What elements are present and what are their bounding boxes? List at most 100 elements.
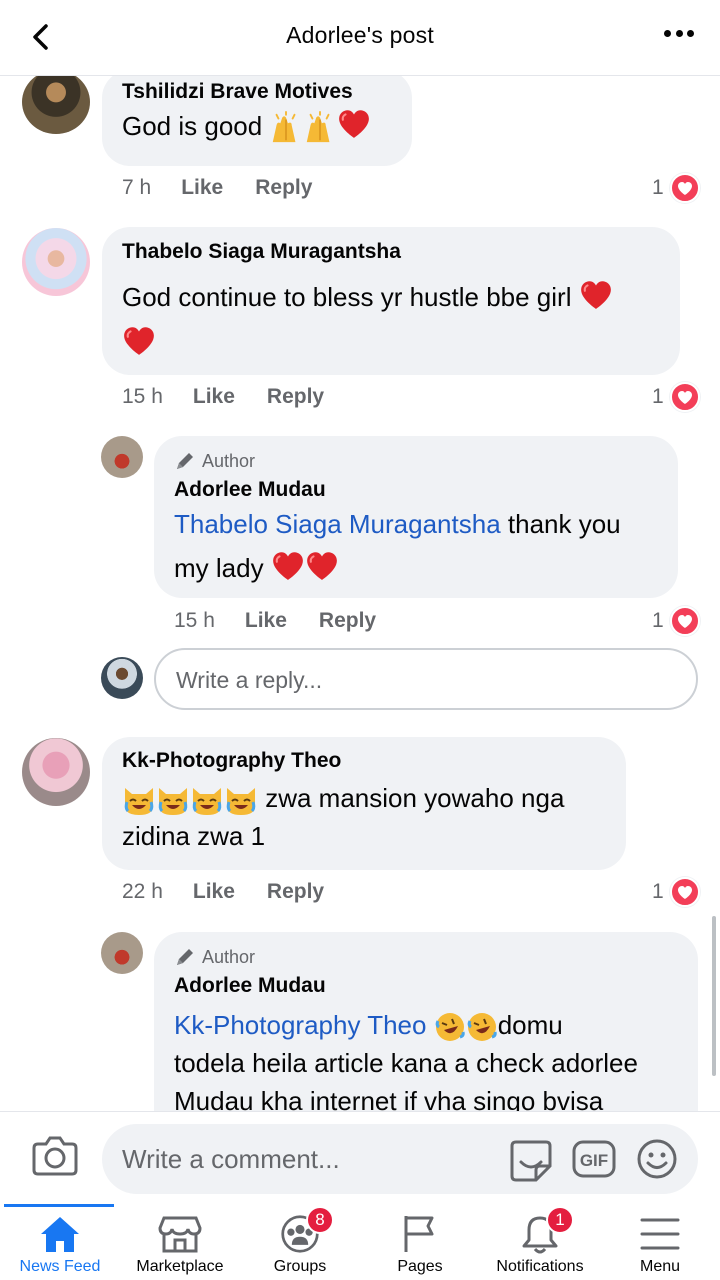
reaction-number: 1 bbox=[652, 385, 664, 408]
pencil-icon bbox=[177, 949, 193, 965]
reply-button[interactable]: Reply bbox=[267, 385, 324, 409]
marketplace-icon bbox=[158, 1216, 202, 1253]
mention-link[interactable]: Kk-Photography Theo bbox=[174, 1010, 426, 1040]
mention-link[interactable]: Thabelo Siaga Muragantsha bbox=[174, 509, 501, 539]
laughing-cat-emoji-icon bbox=[190, 784, 224, 816]
reaction-count[interactable]: 1 bbox=[652, 173, 700, 203]
bottom-navigation: News Feed Marketplace 8 Groups Pages 1 N… bbox=[0, 1204, 720, 1280]
author-badge: Author bbox=[174, 946, 678, 968]
reaction-number: 1 bbox=[652, 880, 664, 903]
avatar[interactable] bbox=[22, 738, 90, 806]
nav-notifications[interactable]: 1 Notifications bbox=[480, 1204, 600, 1280]
comment-meta: 7 h Like Reply bbox=[122, 176, 344, 200]
notifications-badge: 1 bbox=[546, 1206, 574, 1234]
love-reaction-icon bbox=[669, 173, 700, 203]
page-title: Adorlee's post bbox=[286, 22, 434, 48]
author-label: Author bbox=[202, 946, 256, 967]
comment-author-name[interactable]: Thabelo Siaga Muragantsha bbox=[122, 240, 660, 264]
reply-bubble[interactable]: Author Adorlee Mudau Thabelo Siaga Murag… bbox=[154, 436, 678, 598]
like-button[interactable]: Like bbox=[245, 609, 287, 633]
nav-label: Menu bbox=[639, 1258, 681, 1275]
avatar[interactable] bbox=[101, 932, 143, 974]
reply-button[interactable]: Reply bbox=[267, 880, 324, 904]
comment-time: 15 h bbox=[122, 385, 163, 408]
nav-news-feed[interactable]: News Feed bbox=[0, 1204, 120, 1280]
love-reaction-icon bbox=[669, 382, 700, 412]
raising-hands-emoji-icon bbox=[303, 111, 337, 145]
comment-text-line: zidina zwa 1 bbox=[122, 821, 266, 851]
nav-label: News Feed bbox=[19, 1258, 101, 1275]
pencil-icon bbox=[177, 453, 193, 469]
reaction-count[interactable]: 1 bbox=[652, 877, 700, 907]
love-reaction-icon bbox=[669, 606, 700, 636]
nav-label: Notifications bbox=[496, 1258, 584, 1275]
groups-badge: 8 bbox=[306, 1206, 334, 1234]
comment-bubble[interactable]: Kk-Photography Theo zwa mansion yowaho n… bbox=[102, 737, 626, 870]
comment-author-name[interactable]: Kk-Photography Theo bbox=[122, 749, 606, 773]
hamburger-icon bbox=[640, 1218, 680, 1250]
pages-flag-icon bbox=[404, 1216, 434, 1252]
red-heart-emoji-icon bbox=[305, 550, 339, 582]
reaction-number: 1 bbox=[652, 176, 664, 199]
gif-icon[interactable]: GIF bbox=[572, 1140, 616, 1178]
comment-author-name[interactable]: Adorlee Mudau bbox=[174, 974, 678, 998]
comment-bubble[interactable]: Thabelo Siaga Muragantsha God continue t… bbox=[102, 227, 680, 375]
comment-text: God continue to bless yr hustle bbe girl bbox=[122, 282, 572, 312]
love-reaction-icon bbox=[669, 877, 700, 907]
laughing-cat-emoji-icon bbox=[122, 784, 156, 816]
nav-marketplace[interactable]: Marketplace bbox=[120, 1204, 240, 1280]
laughing-cat-emoji-icon bbox=[156, 784, 190, 816]
comment-meta: 15 h Like Reply bbox=[122, 385, 356, 409]
laughing-cat-emoji-icon bbox=[224, 784, 258, 816]
nav-menu[interactable]: Menu bbox=[600, 1204, 720, 1280]
comment-text-line: zwa mansion yowaho nga bbox=[258, 783, 565, 813]
reply-input[interactable]: Write a reply... bbox=[154, 648, 698, 710]
comment-author-name[interactable]: Tshilidzi Brave Motives bbox=[122, 80, 392, 104]
comment-time: 22 h bbox=[122, 880, 163, 903]
author-badge: Author bbox=[174, 450, 658, 472]
rolling-laughing-emoji-icon bbox=[466, 1011, 498, 1043]
like-button[interactable]: Like bbox=[181, 176, 223, 200]
comment-composer: Write a comment... GIF bbox=[0, 1111, 720, 1204]
scrollbar[interactable] bbox=[712, 916, 716, 1076]
sticker-icon[interactable] bbox=[508, 1138, 554, 1182]
reply-button[interactable]: Reply bbox=[319, 609, 376, 633]
top-bar: Adorlee's post bbox=[0, 0, 720, 76]
comment-text-line: todela heila article kana a check adorle… bbox=[174, 1048, 638, 1078]
avatar[interactable] bbox=[101, 436, 143, 478]
like-button[interactable]: Like bbox=[193, 385, 235, 409]
avatar[interactable] bbox=[22, 228, 90, 296]
reaction-count[interactable]: 1 bbox=[652, 606, 700, 636]
emoji-icon[interactable] bbox=[636, 1138, 678, 1180]
red-heart-emoji-icon bbox=[579, 279, 613, 311]
red-heart-emoji-icon bbox=[337, 108, 371, 140]
reaction-number: 1 bbox=[652, 609, 664, 632]
nav-label: Marketplace bbox=[136, 1258, 224, 1275]
nav-groups[interactable]: 8 Groups bbox=[240, 1204, 360, 1280]
comment-text: God is good bbox=[122, 111, 263, 141]
reply-button[interactable]: Reply bbox=[255, 176, 312, 200]
comments-feed[interactable]: Tshilidzi Brave Motives God is good 7 h … bbox=[0, 76, 720, 1111]
avatar[interactable] bbox=[22, 76, 90, 134]
camera-icon[interactable] bbox=[32, 1134, 78, 1176]
reaction-count[interactable]: 1 bbox=[652, 382, 700, 412]
comment-text-line: domu bbox=[497, 1010, 563, 1040]
comment-author-name[interactable]: Adorlee Mudau bbox=[174, 478, 658, 502]
more-options-icon[interactable] bbox=[664, 30, 694, 40]
rolling-laughing-emoji-icon bbox=[434, 1011, 466, 1043]
svg-text:GIF: GIF bbox=[580, 1151, 608, 1170]
comment-time: 7 h bbox=[122, 176, 152, 199]
comment-text-line: Mudau kha internet if vha singo bvisa bbox=[174, 1086, 604, 1111]
comment-meta: 22 h Like Reply bbox=[122, 880, 356, 904]
nav-label: Groups bbox=[273, 1258, 327, 1275]
comment-input-placeholder: Write a comment... bbox=[122, 1144, 340, 1174]
like-button[interactable]: Like bbox=[193, 880, 235, 904]
nav-pages[interactable]: Pages bbox=[360, 1204, 480, 1280]
comment-bubble[interactable]: Tshilidzi Brave Motives God is good bbox=[102, 76, 412, 166]
comment-time: 15 h bbox=[174, 609, 215, 632]
red-heart-emoji-icon bbox=[271, 550, 305, 582]
author-label: Author bbox=[202, 450, 256, 471]
reply-bubble[interactable]: Author Adorlee Mudau Kk-Photography Theo… bbox=[154, 932, 698, 1111]
home-icon bbox=[41, 1217, 79, 1252]
comment-input[interactable]: Write a comment... GIF bbox=[102, 1124, 698, 1194]
